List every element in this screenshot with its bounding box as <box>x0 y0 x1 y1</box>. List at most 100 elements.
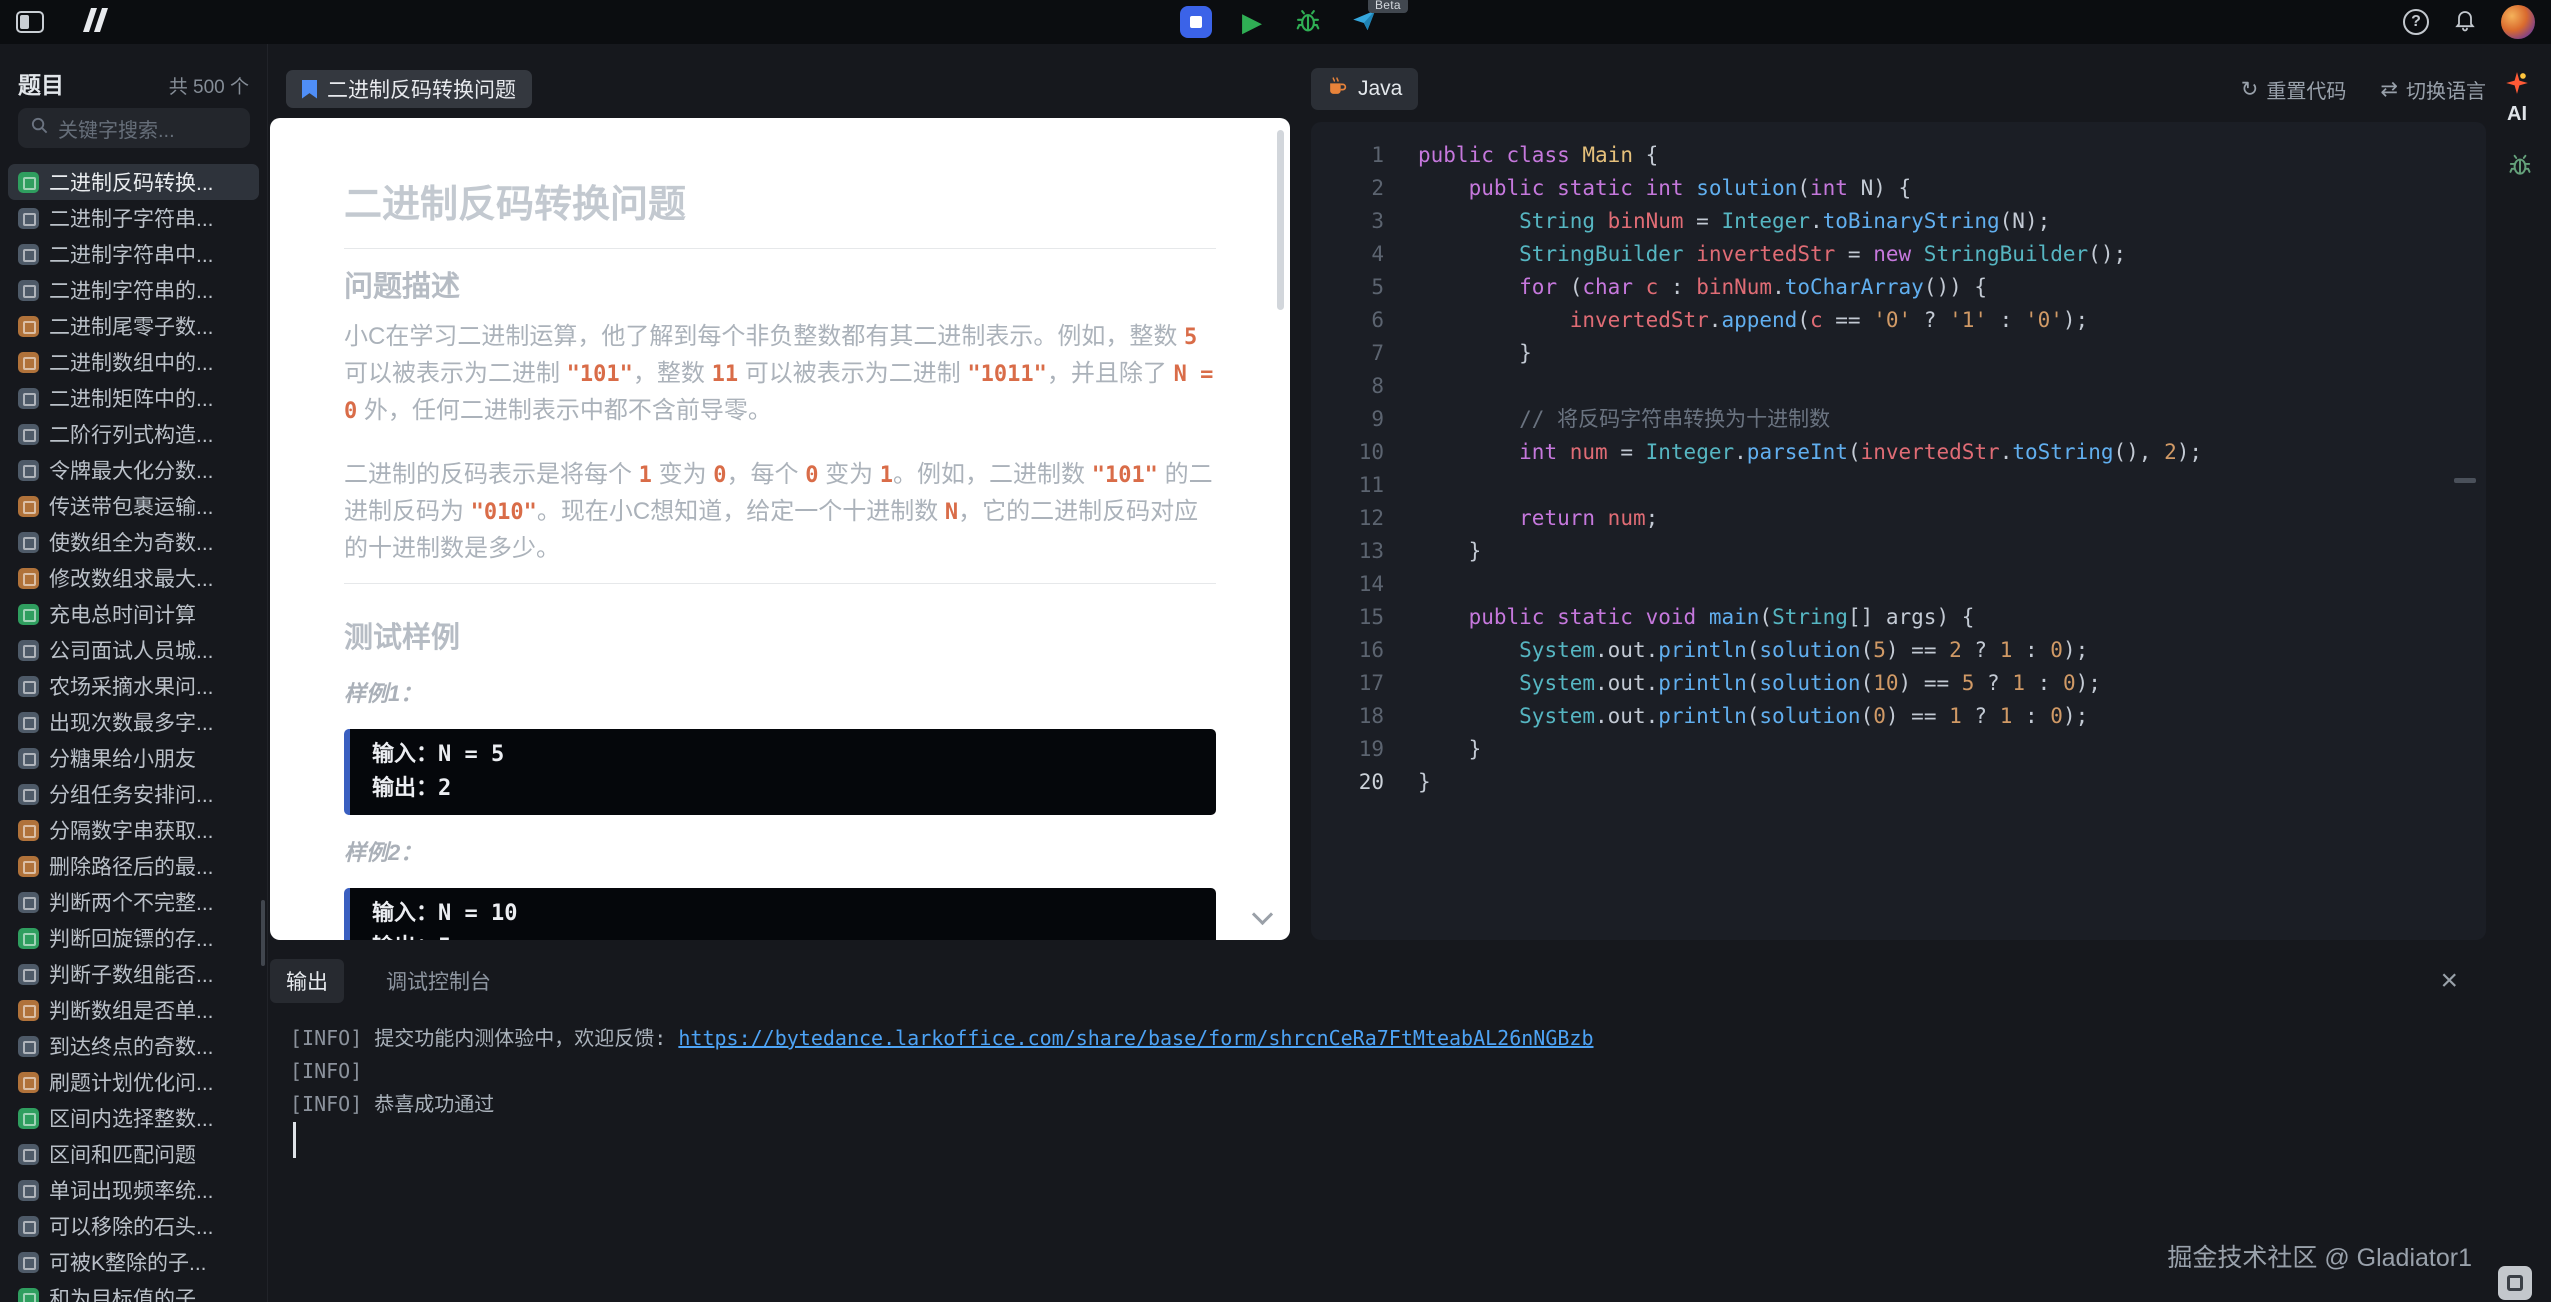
sidebar-item[interactable]: 判断数组是否单... <box>8 992 259 1028</box>
sidebar-item[interactable]: 二进制数组中的... <box>8 344 259 380</box>
sidebar-item[interactable]: 刷题计划优化问... <box>8 1064 259 1100</box>
problem-item-label: 传送带包裹运输... <box>49 496 214 519</box>
scroll-down-icon[interactable] <box>1251 903 1274 926</box>
inline-code: "101" <box>1091 463 1158 488</box>
tab-output[interactable]: 输出 <box>270 959 344 1003</box>
doc-scrollbar[interactable] <box>1277 130 1284 310</box>
difficulty-icon <box>18 387 39 409</box>
difficulty-icon <box>18 711 39 733</box>
problem-item-label: 农场采摘水果问... <box>49 676 214 699</box>
code-editor[interactable]: 1 2 3 4 5 6 7 8 9 10 11 12 13 14 15 16 17 18 19 20 public c… <box>1311 122 2486 940</box>
problem-item-label: 删除路径后的最... <box>49 856 214 879</box>
search-input[interactable]: 关键字搜索... <box>18 108 250 148</box>
inline-code: "101" <box>566 362 633 387</box>
sidebar-item[interactable]: 农场采摘水果问... <box>8 668 259 704</box>
code-line: System.out.println(solution(0) == 1 ? 1 … <box>1519 704 2089 728</box>
sidebar-item[interactable]: 公司面试人员城... <box>8 632 259 668</box>
sidebar-scrollbar[interactable] <box>261 900 265 966</box>
sidebar-item[interactable]: 区间和匹配问题 <box>8 1136 259 1172</box>
problem-item-label: 充电总时间计算 <box>49 604 196 627</box>
tab-debug-console[interactable]: 调试控制台 <box>370 959 507 1003</box>
sidebar-item[interactable]: 可被K整除的子... <box>8 1244 259 1280</box>
widget-icon <box>2507 1275 2523 1291</box>
sidebar-item[interactable]: 到达终点的奇数... <box>8 1028 259 1064</box>
code-line: for (char c : binNum.toCharArray()) { <box>1519 275 1988 299</box>
sample-line: 输入：N = 5 <box>372 742 505 767</box>
sidebar-item[interactable]: 修改数组求最大... <box>8 560 259 596</box>
sidebar-item[interactable]: 二进制子字符串... <box>8 200 259 236</box>
sidebar-item[interactable]: 判断子数组能否... <box>8 956 259 992</box>
line-number: 7 <box>1371 341 1384 365</box>
sidebar-item[interactable]: 二进制字符串的... <box>8 272 259 308</box>
difficulty-icon <box>18 783 39 805</box>
sidebar-item[interactable]: 可以移除的石头... <box>8 1208 259 1244</box>
sidebar-item[interactable]: 和为目标值的子... <box>8 1280 259 1302</box>
submit-button[interactable]: Beta <box>1348 0 1408 38</box>
problem-item-label: 可被K整除的子... <box>49 1252 207 1275</box>
sidebar-item[interactable]: 二进制字符串中... <box>8 236 259 272</box>
run-button[interactable]: ▶ <box>1236 6 1268 38</box>
problem-item-label: 二进制反码转换... <box>49 172 214 195</box>
difficulty-icon <box>18 927 39 949</box>
sidebar-item[interactable]: 出现次数最多字... <box>8 704 259 740</box>
sidebar-item[interactable]: 传送带包裹运输... <box>8 488 259 524</box>
sidebar-item[interactable]: 分组任务安排问... <box>8 776 259 812</box>
problem-tab[interactable]: 二进制反码转换问题 <box>286 70 532 108</box>
feedback-widget-button[interactable] <box>2498 1266 2532 1300</box>
feedback-link[interactable]: https://bytedance.larkoffice.com/share/b… <box>678 1026 1593 1050</box>
code-content: public class Main { public static int so… <box>1418 139 2486 940</box>
line-number: 19 <box>1358 737 1384 761</box>
sidebar-item[interactable]: 二进制反码转换... <box>8 164 259 200</box>
close-console-icon[interactable]: × <box>2440 960 2458 1002</box>
ai-label: AI <box>2507 103 2527 125</box>
problem-item-label: 到达终点的奇数... <box>49 1036 214 1059</box>
section-problem-description: 问题描述 <box>344 271 461 303</box>
line-number: 3 <box>1371 209 1384 233</box>
ai-assistant-button[interactable]: AI <box>2489 70 2545 126</box>
console-panel: 输出 调试控制台 × [INFO] 提交功能内测体验中，欢迎反馈: https:… <box>270 959 2486 1302</box>
line-number: 2 <box>1371 176 1384 200</box>
sidebar-item[interactable]: 判断两个不完整... <box>8 884 259 920</box>
sample1-label: 样例1： <box>344 681 423 706</box>
debug-panel-button[interactable] <box>1180 6 1212 38</box>
sidebar-item[interactable]: 单词出现频率统... <box>8 1172 259 1208</box>
editor-scrollbar[interactable] <box>2454 478 2476 483</box>
divider <box>344 583 1216 584</box>
notifications-bell-icon[interactable] <box>2453 8 2477 37</box>
line-number: 11 <box>1358 473 1384 497</box>
difficulty-icon <box>18 999 39 1021</box>
switch-language-button[interactable]: ⇄ 切换语言 <box>2380 75 2486 104</box>
difficulty-icon <box>18 819 39 841</box>
problem-item-label: 出现次数最多字... <box>49 712 214 735</box>
sidebar-item[interactable]: 充电总时间计算 <box>8 596 259 632</box>
sidebar-item[interactable]: 区间内选择整数... <box>8 1100 259 1136</box>
problem-badge-icon <box>302 79 317 99</box>
sidebar-item[interactable]: 二阶行列式构造... <box>8 416 259 452</box>
code-line: public static int solution(int N) { <box>1468 176 1912 200</box>
problem-item-label: 二进制子字符串... <box>49 208 214 231</box>
sidebar-item[interactable]: 删除路径后的最... <box>8 848 259 884</box>
sidebar-item[interactable]: 令牌最大化分数... <box>8 452 259 488</box>
problem-item-label: 二进制矩阵中的... <box>49 388 214 411</box>
sidebar-item[interactable]: 二进制尾零子数... <box>8 308 259 344</box>
inline-code: N <box>944 500 959 525</box>
user-avatar[interactable] <box>2501 5 2535 39</box>
difficulty-icon <box>18 891 39 913</box>
sidebar-toggle-icon[interactable] <box>16 11 44 33</box>
help-icon[interactable]: ? <box>2403 9 2429 35</box>
sidebar-item[interactable]: 二进制矩阵中的... <box>8 380 259 416</box>
sidebar-item[interactable]: 分隔数字串获取... <box>8 812 259 848</box>
difficulty-icon <box>18 1071 39 1093</box>
language-tab[interactable]: Java <box>1311 68 1419 110</box>
line-number: 15 <box>1358 605 1384 629</box>
sidebar-item[interactable]: 判断回旋镖的存... <box>8 920 259 956</box>
sidebar-item[interactable]: 分糖果给小朋友 <box>8 740 259 776</box>
sample-line: 输入：N = 10 <box>372 901 518 926</box>
app-logo-icon[interactable] <box>74 7 114 37</box>
switch-icon: ⇄ <box>2380 77 2398 101</box>
problem-item-label: 二进制尾零子数... <box>49 316 214 339</box>
reset-code-button[interactable]: ↻ 重置代码 <box>2241 75 2347 104</box>
rail-debug-button[interactable] <box>2507 152 2533 183</box>
sidebar-item[interactable]: 使数组全为奇数... <box>8 524 259 560</box>
debug-run-button[interactable] <box>1292 6 1324 38</box>
